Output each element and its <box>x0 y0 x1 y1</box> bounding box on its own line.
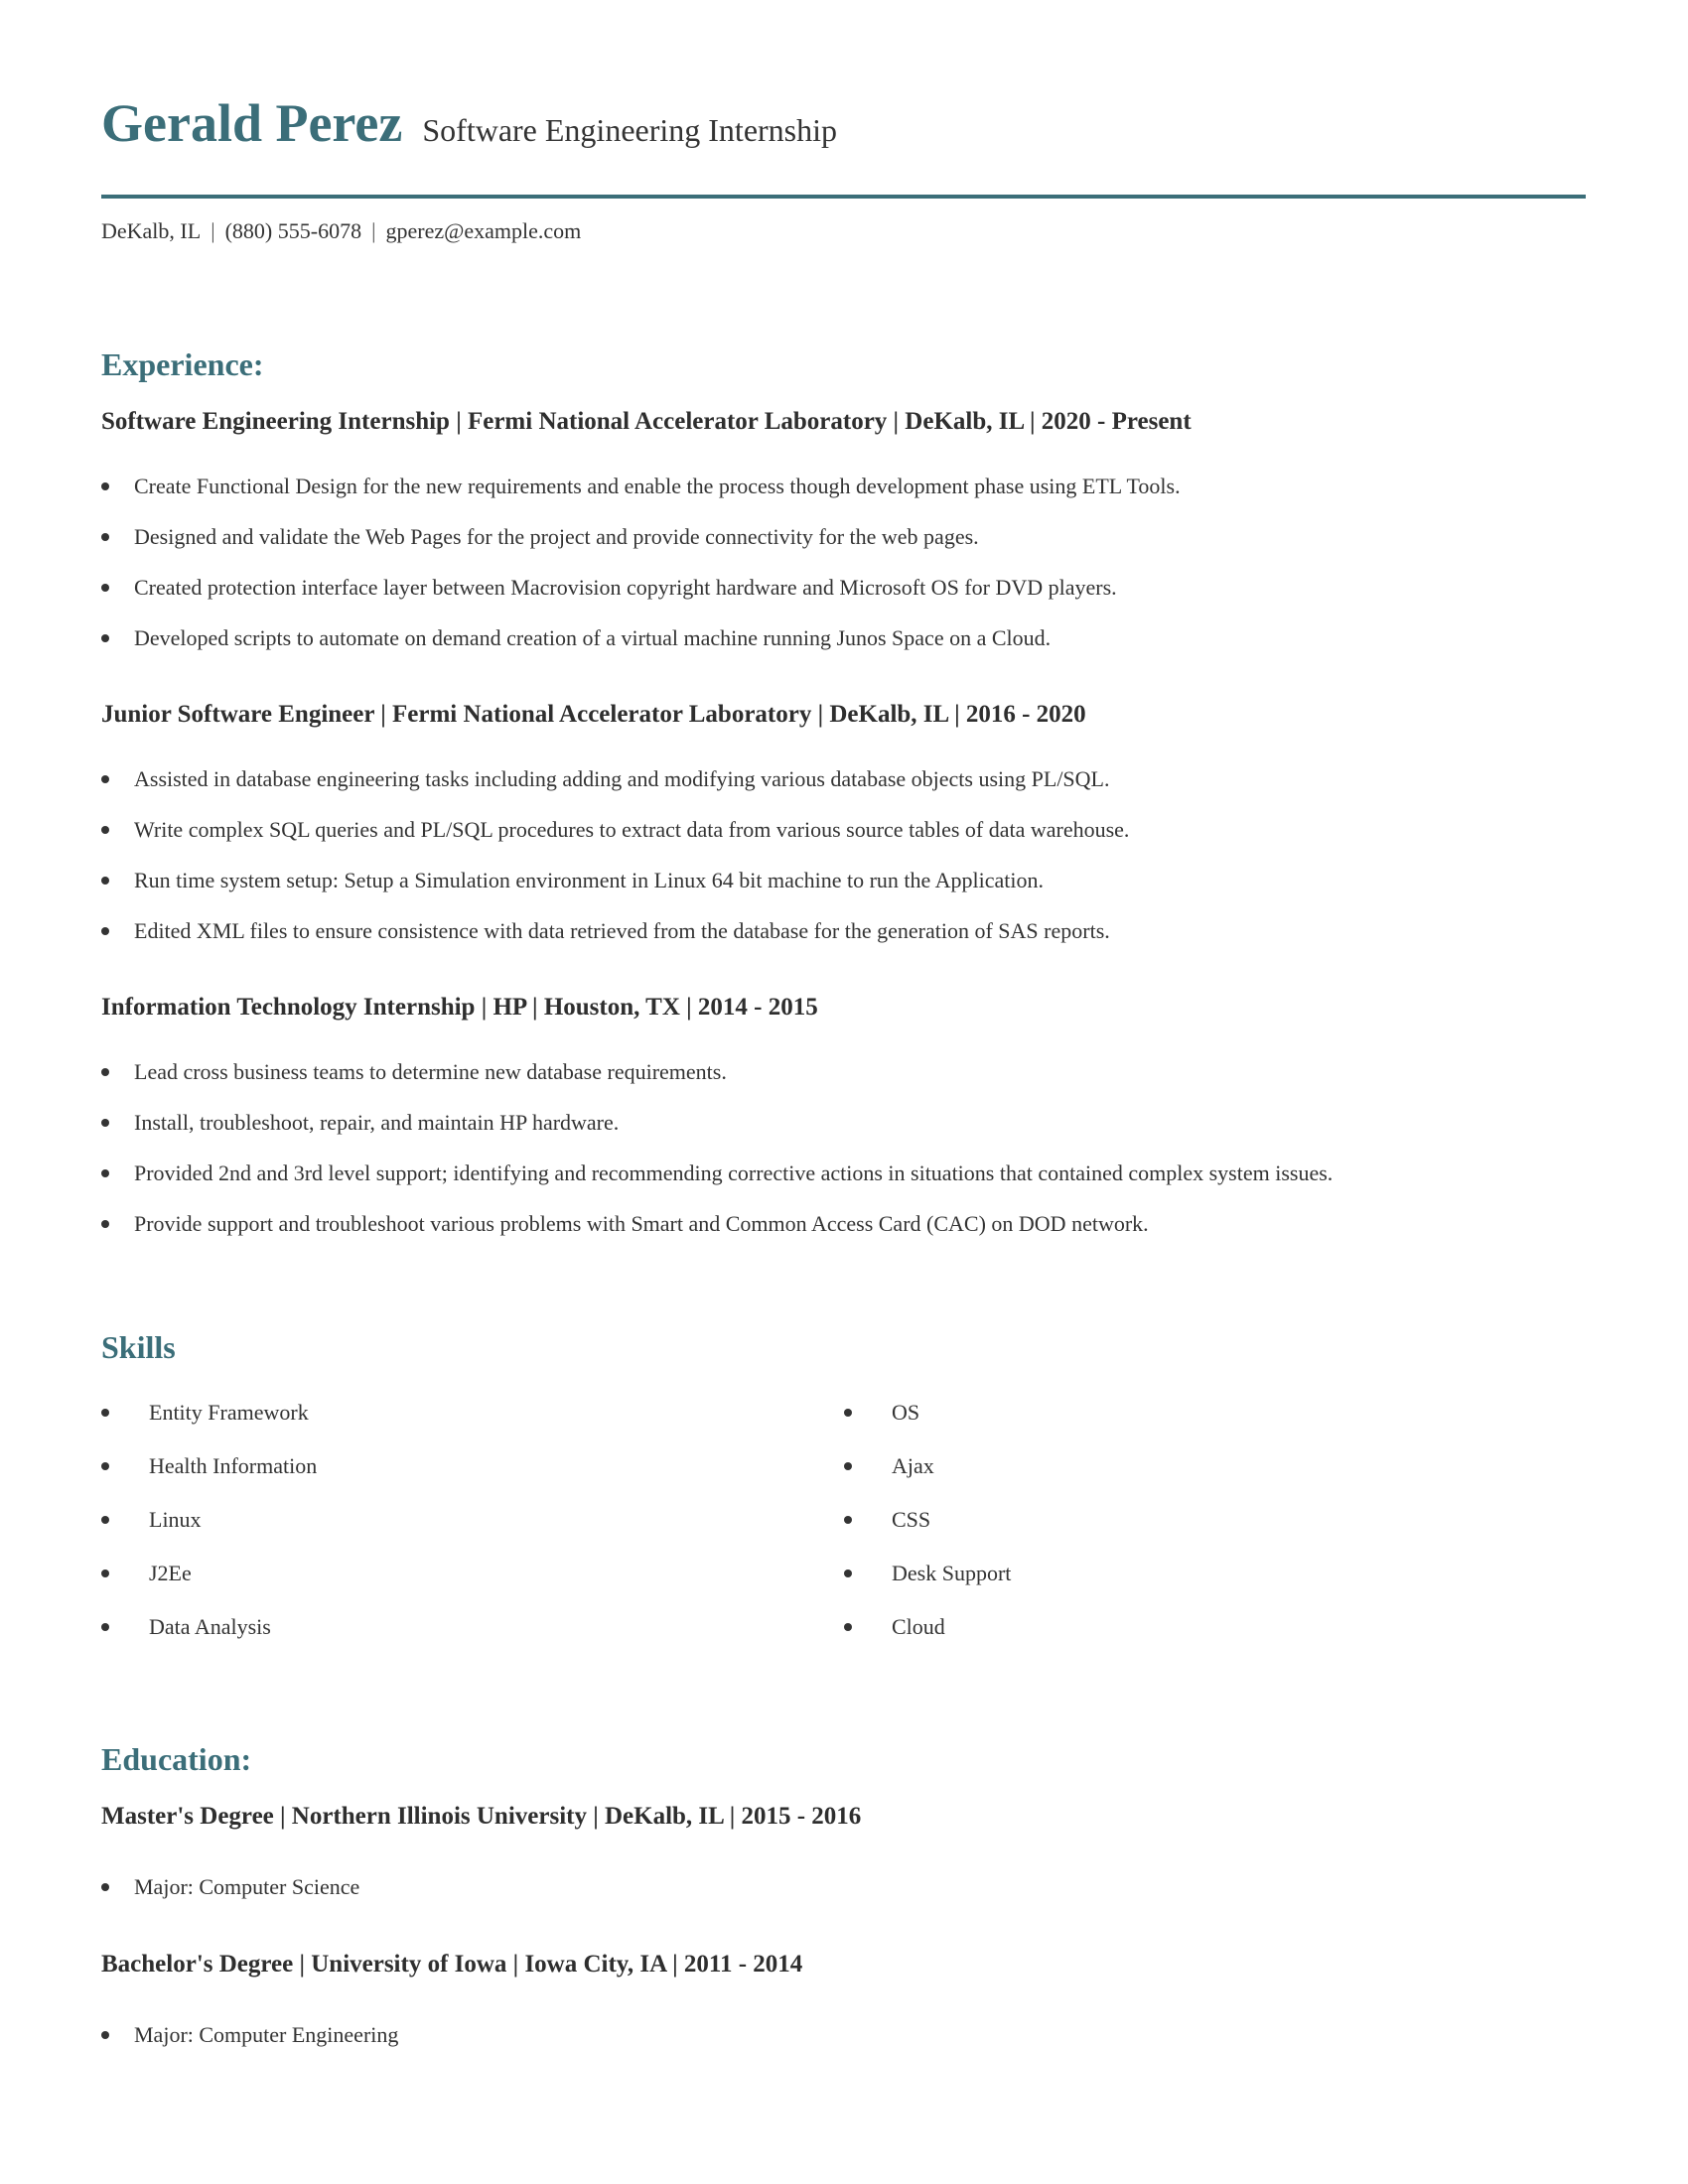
contact-separator: | <box>211 218 215 243</box>
skill-item: OS <box>844 1398 1011 1451</box>
education-2-bullets: Major: Computer Engineering <box>101 2020 398 2071</box>
education-title-1: Master's Degree | Northern Illinois Univ… <box>101 1803 862 1830</box>
bullet-icon <box>101 775 109 783</box>
bullet-icon <box>101 1119 109 1127</box>
list-item: Assisted in database engineering tasks i… <box>101 764 1129 815</box>
skill-item: Health Information <box>101 1451 317 1505</box>
list-item: Provide support and troubleshoot various… <box>101 1209 1333 1260</box>
list-item: Run time system setup: Setup a Simulatio… <box>101 866 1129 916</box>
bullet-icon <box>101 1169 109 1177</box>
skills-column-left: Entity Framework Health Information Linu… <box>101 1398 317 1666</box>
education-title-2: Bachelor's Degree | University of Iowa |… <box>101 1951 803 1978</box>
job-title-2: Junior Software Engineer | Fermi Nationa… <box>101 701 1086 728</box>
bullet-icon <box>101 927 109 935</box>
bullet-icon <box>844 1516 852 1524</box>
job-3-bullets: Lead cross business teams to determine n… <box>101 1057 1333 1260</box>
candidate-title: Software Engineering Internship <box>422 112 838 148</box>
bullet-icon <box>101 1570 109 1577</box>
bullet-icon <box>844 1570 852 1577</box>
list-item: Edited XML files to ensure consistence w… <box>101 916 1129 967</box>
bullet-icon <box>101 826 109 834</box>
list-item: Install, troubleshoot, repair, and maint… <box>101 1108 1333 1159</box>
contact-email: gperez@example.com <box>385 218 582 243</box>
bullet-icon <box>101 482 109 490</box>
job-title-1: Software Engineering Internship | Fermi … <box>101 408 1192 435</box>
contact-separator: | <box>371 218 376 243</box>
skill-item: Cloud <box>844 1612 1011 1666</box>
education-heading: Education: <box>101 1741 252 1777</box>
list-item: Designed and validate the Web Pages for … <box>101 522 1181 573</box>
skill-item: Desk Support <box>844 1559 1011 1612</box>
skill-item: J2Ee <box>101 1559 317 1612</box>
bullet-icon <box>101 533 109 541</box>
job-title-3: Information Technology Internship | HP |… <box>101 994 818 1021</box>
education-1-bullets: Major: Computer Science <box>101 1872 359 1923</box>
skill-item: CSS <box>844 1505 1011 1559</box>
bullet-icon <box>101 1623 109 1631</box>
job-1-bullets: Create Functional Design for the new req… <box>101 472 1181 674</box>
bullet-icon <box>101 1516 109 1524</box>
skills-column-right: OS Ajax CSS Desk Support Cloud <box>844 1398 1011 1666</box>
list-item: Lead cross business teams to determine n… <box>101 1057 1333 1108</box>
bullet-icon <box>101 584 109 592</box>
skill-item: Ajax <box>844 1451 1011 1505</box>
bullet-icon <box>844 1462 852 1470</box>
list-item: Created protection interface layer betwe… <box>101 573 1181 623</box>
contact-location: DeKalb, IL <box>101 218 202 243</box>
bullet-icon <box>844 1409 852 1417</box>
list-item: Write complex SQL queries and PL/SQL pro… <box>101 815 1129 866</box>
skill-item: Data Analysis <box>101 1612 317 1666</box>
header-divider <box>101 195 1586 199</box>
skill-item: Linux <box>101 1505 317 1559</box>
bullet-icon <box>844 1623 852 1631</box>
contact-line: DeKalb, IL | (880) 555-6078 | gperez@example… <box>101 217 581 245</box>
skill-item: Entity Framework <box>101 1398 317 1451</box>
list-item: Major: Computer Science <box>101 1872 359 1923</box>
bullet-icon <box>101 1462 109 1470</box>
bullet-icon <box>101 1883 109 1891</box>
contact-phone: (880) 555-6078 <box>224 218 362 243</box>
bullet-icon <box>101 877 109 885</box>
skills-heading: Skills <box>101 1329 176 1365</box>
job-2-bullets: Assisted in database engineering tasks i… <box>101 764 1129 967</box>
list-item: Create Functional Design for the new req… <box>101 472 1181 522</box>
bullet-icon <box>101 634 109 642</box>
list-item: Provided 2nd and 3rd level support; iden… <box>101 1159 1333 1209</box>
resume-header: Gerald Perez Software Engineering Interns… <box>101 91 1586 162</box>
bullet-icon <box>101 1409 109 1417</box>
list-item: Developed scripts to automate on demand … <box>101 623 1181 674</box>
candidate-name: Gerald Perez <box>101 93 403 153</box>
bullet-icon <box>101 1068 109 1076</box>
experience-heading: Experience: <box>101 346 264 382</box>
bullet-icon <box>101 1220 109 1228</box>
bullet-icon <box>101 2031 109 2039</box>
list-item: Major: Computer Engineering <box>101 2020 398 2071</box>
